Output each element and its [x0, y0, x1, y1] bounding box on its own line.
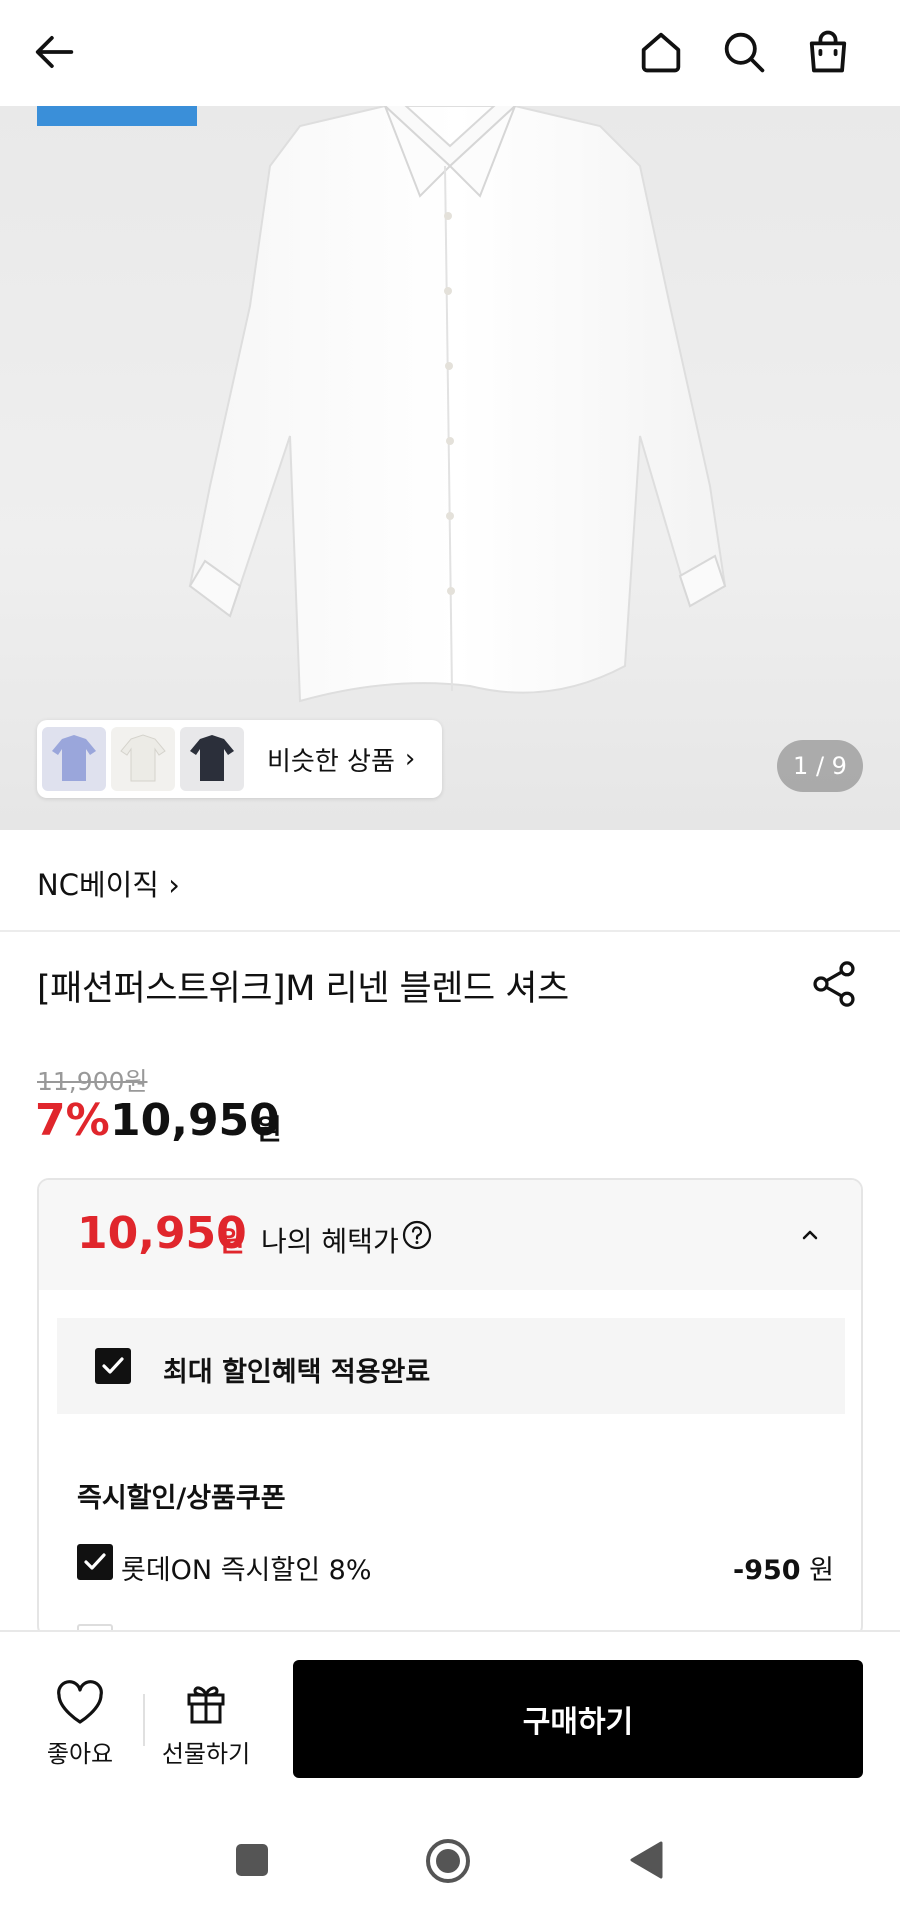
similar-thumb: [42, 727, 106, 791]
max-discount-checkbox[interactable]: [95, 1348, 131, 1384]
brand-link[interactable]: NC베이직 ›: [37, 862, 180, 904]
buy-button[interactable]: 구매하기: [293, 1660, 863, 1778]
home-icon: [641, 32, 681, 73]
coupon-amount-value: -950: [733, 1555, 801, 1586]
benefit-price-unit: 원: [219, 1225, 245, 1258]
like-label: 좋아요: [46, 1740, 114, 1768]
sale-price: 10,950: [110, 1095, 280, 1146]
search-icon: [724, 32, 765, 73]
back-button[interactable]: [22, 20, 86, 84]
search-button[interactable]: [712, 20, 776, 84]
product-image-gallery[interactable]: 비슷한 상품 › 1 / 9: [0, 106, 900, 830]
similar-thumb: [111, 727, 175, 791]
check-icon: [84, 1553, 106, 1570]
home-circle-icon[interactable]: [425, 1838, 471, 1884]
coupon-amount-unit: 원: [800, 1555, 835, 1586]
similar-thumb: [180, 727, 244, 791]
like-button[interactable]: 좋아요: [40, 1680, 120, 1769]
bottom-action-bar: 좋아요 선물하기 구매하기: [0, 1630, 900, 1800]
gift-button[interactable]: 선물하기: [160, 1680, 252, 1769]
chevron-right-icon: ›: [404, 744, 416, 774]
max-discount-applied: 최대 할인혜택 적용완료: [57, 1318, 845, 1414]
sale-price-unit: 원: [256, 1113, 282, 1146]
top-app-bar: [0, 0, 900, 106]
chevron-up-icon[interactable]: [795, 1220, 825, 1250]
product-title: [패션퍼스트위크]M 리넨 블렌드 셔츠: [37, 969, 569, 1009]
discount-rate: 7%: [35, 1095, 110, 1146]
image-pager-indicator: 1 / 9: [777, 740, 863, 792]
similar-products-label: 비슷한 상품: [267, 746, 395, 777]
help-circle-icon[interactable]: [401, 1219, 433, 1251]
back-triangle-icon[interactable]: [628, 1840, 664, 1880]
shirt-thumb-2: [120, 734, 166, 782]
coupon-amount: -950 원: [733, 1548, 834, 1587]
instant-discount-section-title: 즉시할인/상품쿠폰: [77, 1483, 286, 1514]
divider: [0, 930, 900, 932]
arrow-left-icon: [35, 36, 74, 68]
original-price: 11,900원: [37, 1067, 148, 1096]
share-icon[interactable]: [808, 958, 860, 1010]
gift-icon: [187, 1686, 225, 1724]
benefit-label: 나의 혜택가: [261, 1225, 399, 1258]
benefit-price-panel: 10,950 원 나의 혜택가 최대 할인혜택 적용완료 즉시할인/상품쿠폰 롯…: [37, 1178, 863, 1638]
system-navigation-bar: [0, 1800, 900, 1914]
coupon-checkbox[interactable]: [77, 1544, 113, 1580]
benefit-header[interactable]: 10,950 원 나의 혜택가: [39, 1180, 861, 1290]
coupon-label: 롯데ON 즉시할인 8%: [121, 1555, 372, 1586]
home-button[interactable]: [629, 20, 693, 84]
product-image-shirt: [188, 106, 727, 703]
shirt-thumb-3: [190, 735, 234, 781]
heart-icon: [57, 1680, 103, 1724]
recents-square-icon[interactable]: [236, 1844, 268, 1876]
cart-button[interactable]: [796, 20, 860, 84]
divider: [143, 1694, 145, 1746]
shirt-thumb-1: [52, 735, 96, 781]
max-discount-text: 최대 할인혜택 적용완료: [163, 1357, 431, 1388]
shopping-bag-icon: [809, 30, 847, 73]
check-icon: [102, 1357, 124, 1374]
gift-label: 선물하기: [161, 1740, 251, 1768]
similar-products-button[interactable]: 비슷한 상품 ›: [37, 720, 442, 798]
